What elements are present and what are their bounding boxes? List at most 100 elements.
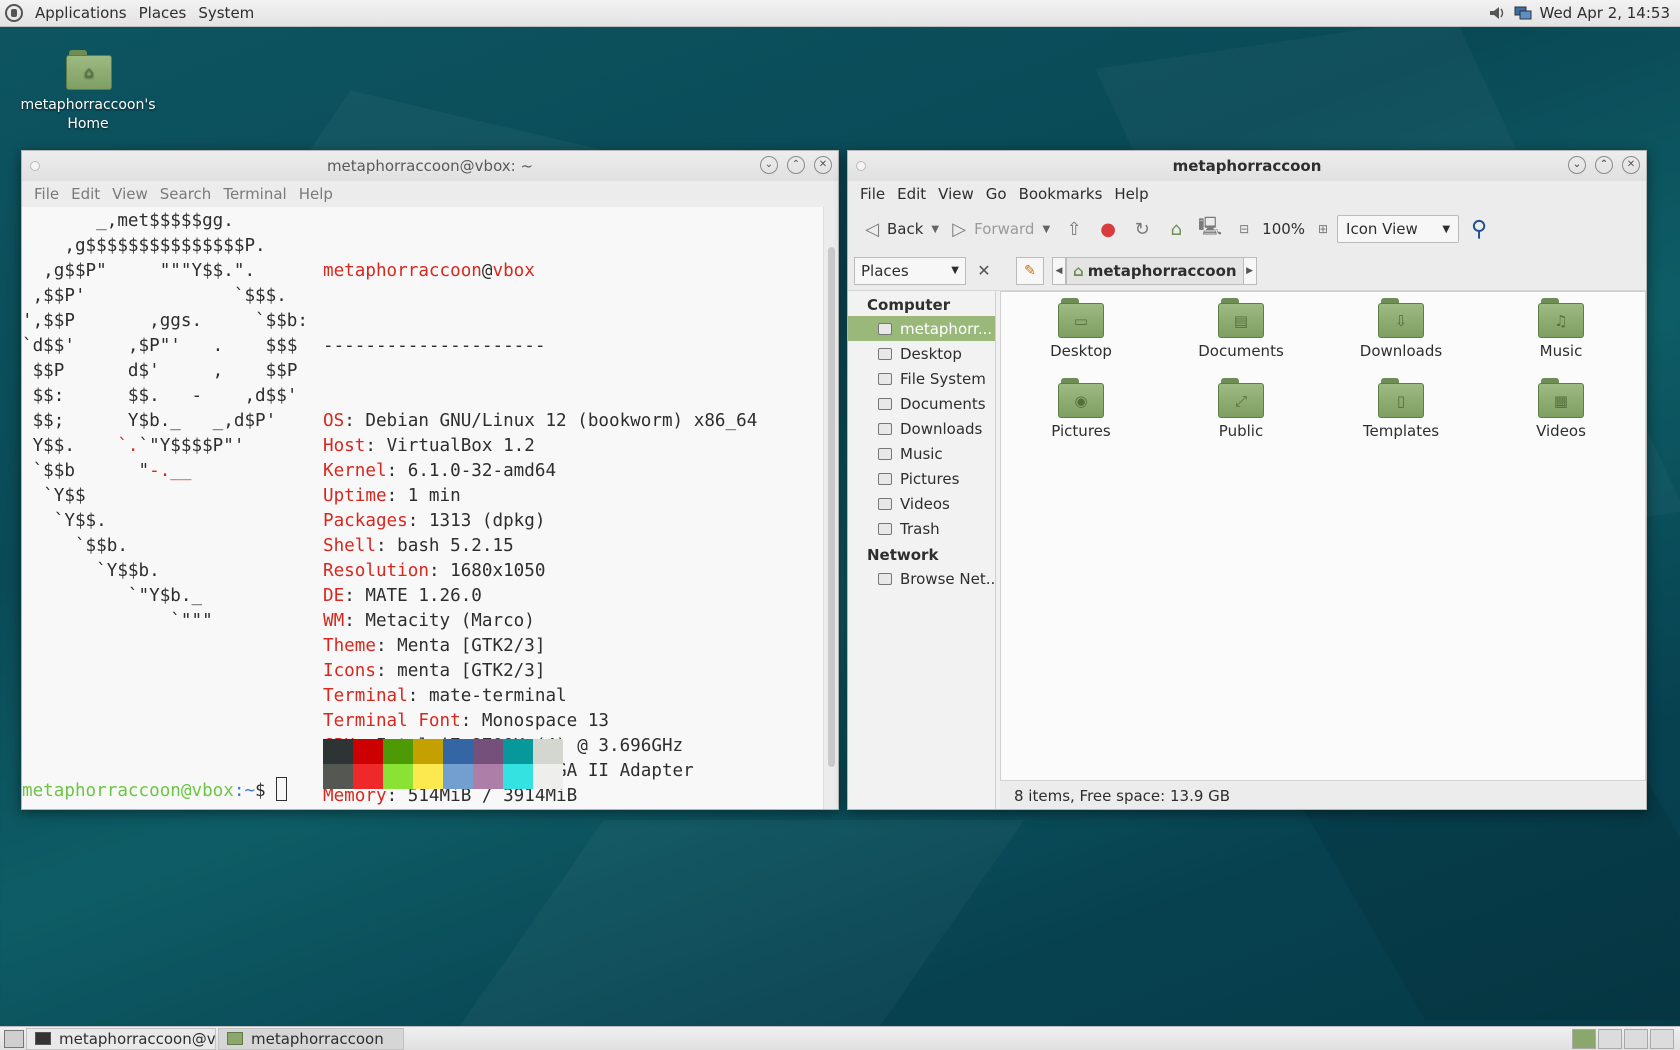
system-menu[interactable]: System bbox=[192, 4, 260, 22]
menu-go[interactable]: Go bbox=[980, 185, 1013, 203]
minimize-button[interactable]: ⌄ bbox=[1568, 156, 1586, 174]
folder-item-public[interactable]: ⤢ Public bbox=[1161, 378, 1321, 458]
window-menu-icon[interactable] bbox=[30, 161, 40, 171]
sidebar-item-browse-network[interactable]: Browse Net... bbox=[848, 566, 995, 591]
computer-icon[interactable]: 🖳 bbox=[1198, 216, 1222, 239]
folder-item-pictures[interactable]: ◉ Pictures bbox=[1001, 378, 1161, 458]
places-menu[interactable]: Places bbox=[133, 4, 193, 22]
clock[interactable]: Wed Apr 2, 14:53 bbox=[1540, 4, 1671, 22]
view-mode-select[interactable]: Icon View ▼ bbox=[1337, 215, 1460, 243]
menu-bookmarks[interactable]: Bookmarks bbox=[1013, 185, 1109, 203]
logo-line: ,$$P' `$$$. bbox=[22, 286, 287, 306]
logo-line: _,met$$$$$gg. bbox=[22, 211, 234, 231]
sidebar-item-label: File System bbox=[900, 369, 986, 388]
folder-item-documents[interactable]: ▤ Documents bbox=[1161, 298, 1321, 378]
file-manager-titlebar[interactable]: metaphorraccoon ⌄ ⌃ ✕ bbox=[848, 151, 1646, 181]
info-value: 6.1.0-32-amd64 bbox=[407, 461, 557, 481]
taskbar-item-file-manager[interactable]: metaphorraccoon bbox=[218, 1027, 404, 1050]
maximize-button[interactable]: ⌃ bbox=[1595, 156, 1613, 174]
folder-item-desktop[interactable]: ▭ Desktop bbox=[1001, 298, 1161, 378]
workspace-1[interactable] bbox=[1572, 1028, 1596, 1049]
folder-label: Music bbox=[1539, 342, 1583, 360]
terminal-titlebar[interactable]: metaphorraccoon@vbox: ~ ⌄ ⌃ ✕ bbox=[22, 151, 838, 181]
menu-edit[interactable]: Edit bbox=[65, 185, 106, 203]
network-icon[interactable] bbox=[1514, 5, 1532, 21]
taskbar-item-terminal[interactable]: metaphorraccoon@v... bbox=[26, 1027, 216, 1050]
info-row: WM: Metacity (Marco) bbox=[323, 609, 757, 634]
close-sidepane-icon[interactable]: ✕ bbox=[974, 261, 994, 280]
terminal-scrollbar[interactable] bbox=[823, 207, 838, 809]
info-colon: : bbox=[386, 461, 408, 481]
info-row: Packages: 1313 (dpkg) bbox=[323, 509, 757, 534]
templates-folder-icon: ▯ bbox=[1378, 378, 1424, 418]
palette-swatch bbox=[413, 764, 443, 789]
info-row: DE: MATE 1.26.0 bbox=[323, 584, 757, 609]
path-crumb[interactable]: ⌂ metaphorraccoon bbox=[1066, 256, 1244, 285]
zoom-out-icon[interactable]: ⊟ bbox=[1234, 219, 1254, 239]
menu-terminal[interactable]: Terminal bbox=[217, 185, 292, 203]
logo-line: $$: $$. - ,d$$' bbox=[22, 386, 298, 406]
info-colon: : bbox=[365, 436, 387, 456]
back-history-chevron-icon[interactable]: ▼ bbox=[931, 224, 939, 235]
side-pane-select[interactable]: Places ▼ bbox=[854, 256, 966, 285]
workspace-2[interactable] bbox=[1598, 1028, 1622, 1049]
workspace-3[interactable] bbox=[1624, 1028, 1648, 1049]
menu-help[interactable]: Help bbox=[293, 185, 339, 203]
menu-file[interactable]: File bbox=[28, 185, 65, 203]
crumb-left-arrow-icon[interactable]: ◀ bbox=[1052, 256, 1066, 285]
up-arrow-icon[interactable]: ⇧ bbox=[1064, 219, 1084, 240]
folder-icon bbox=[878, 397, 892, 410]
zoom-in-icon[interactable]: ⊞ bbox=[1313, 219, 1333, 239]
sidebar-item-trash[interactable]: Trash bbox=[848, 516, 995, 541]
sidebar-item-file-system[interactable]: File System bbox=[848, 366, 995, 391]
videos-folder-icon: ▦ bbox=[1538, 378, 1584, 418]
back-button[interactable]: ◁ Back bbox=[856, 215, 929, 243]
volume-icon[interactable] bbox=[1488, 5, 1506, 21]
mate-logo-icon[interactable] bbox=[5, 4, 23, 22]
top-panel: Applications Places System Wed Apr 2, 14… bbox=[0, 0, 1680, 27]
sidebar-item-home[interactable]: metaphorr... bbox=[848, 316, 995, 341]
close-button[interactable]: ✕ bbox=[1622, 156, 1640, 174]
menu-view[interactable]: View bbox=[106, 185, 154, 203]
menu-search[interactable]: Search bbox=[154, 185, 218, 203]
folder-item-videos[interactable]: ▦ Videos bbox=[1481, 378, 1641, 458]
workspace-4[interactable] bbox=[1650, 1028, 1674, 1049]
window-menu-icon[interactable] bbox=[856, 161, 866, 171]
forward-button[interactable]: ▷ Forward bbox=[943, 215, 1040, 243]
menu-file[interactable]: File bbox=[854, 185, 891, 203]
home-icon[interactable]: ⌂ bbox=[1166, 219, 1186, 240]
palette-swatch bbox=[473, 739, 503, 764]
scrollbar-thumb[interactable] bbox=[828, 247, 835, 767]
menu-edit[interactable]: Edit bbox=[891, 185, 932, 203]
maximize-button[interactable]: ⌃ bbox=[787, 156, 805, 174]
reload-icon[interactable]: ↻ bbox=[1132, 219, 1152, 240]
menu-help[interactable]: Help bbox=[1108, 185, 1154, 203]
crumb-right-arrow-icon[interactable]: ▶ bbox=[1242, 256, 1257, 285]
sidebar-item-videos[interactable]: Videos bbox=[848, 491, 995, 516]
sidebar-item-desktop[interactable]: Desktop bbox=[848, 341, 995, 366]
edit-location-button[interactable]: ✎ bbox=[1016, 256, 1044, 285]
close-button[interactable]: ✕ bbox=[814, 156, 832, 174]
sidebar-item-label: Desktop bbox=[900, 344, 962, 363]
show-desktop-icon[interactable] bbox=[4, 1029, 24, 1048]
info-value: mate-terminal bbox=[428, 686, 567, 706]
forward-history-chevron-icon[interactable]: ▼ bbox=[1042, 224, 1050, 235]
folder-item-music[interactable]: ♫ Music bbox=[1481, 298, 1641, 378]
minimize-button[interactable]: ⌄ bbox=[760, 156, 778, 174]
sidebar-item-downloads[interactable]: Downloads bbox=[848, 416, 995, 441]
search-icon[interactable]: ⚲ bbox=[1469, 217, 1489, 242]
applications-menu[interactable]: Applications bbox=[29, 4, 133, 22]
sidebar-item-documents[interactable]: Documents bbox=[848, 391, 995, 416]
desktop-home-icon[interactable]: ⌂ metaphorraccoon's Home bbox=[18, 50, 158, 134]
terminal-output[interactable]: _,met$$$$$gg. ,g$$$$$$$$$$$$$$$P. ,g$$P"… bbox=[22, 207, 825, 809]
folder-item-templates[interactable]: ▯ Templates bbox=[1321, 378, 1481, 458]
bottom-panel: metaphorraccoon@v... metaphorraccoon bbox=[0, 1026, 1680, 1050]
file-view[interactable]: ▭ Desktop ▤ Documents ⇩ Downloads ♫ Music ◉ Pictu… bbox=[1000, 291, 1646, 781]
logo-line: $$; Y$b._ _,d$P' bbox=[22, 411, 277, 431]
folder-item-downloads[interactable]: ⇩ Downloads bbox=[1321, 298, 1481, 378]
sidebar-item-pictures[interactable]: Pictures bbox=[848, 466, 995, 491]
stop-icon[interactable]: ● bbox=[1098, 219, 1118, 240]
sidebar-item-music[interactable]: Music bbox=[848, 441, 995, 466]
menu-view[interactable]: View bbox=[932, 185, 980, 203]
logo-line: `Y$$. bbox=[22, 511, 107, 531]
